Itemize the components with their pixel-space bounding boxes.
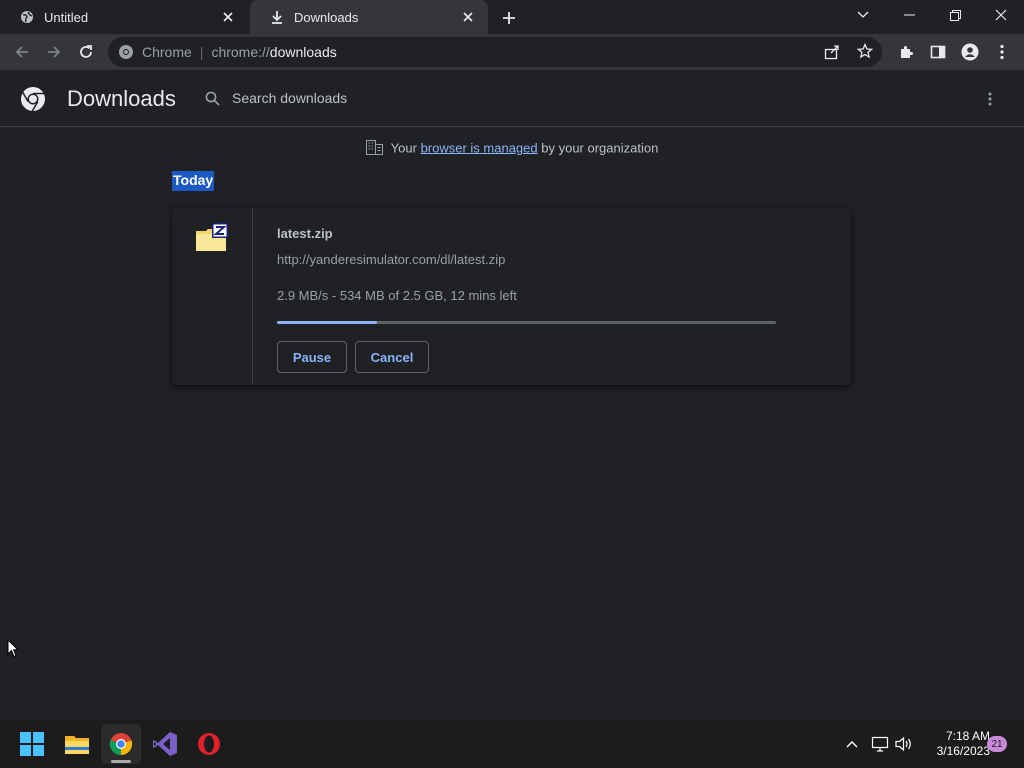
zip-file-icon [195, 222, 229, 254]
building-icon [365, 140, 383, 158]
chrome-logo-icon [20, 86, 46, 112]
progress-bar [277, 321, 776, 324]
profile-icon[interactable] [956, 38, 984, 66]
minimize-button[interactable] [886, 0, 932, 30]
tab-label: Untitled [44, 9, 89, 25]
date-header: Today [172, 171, 215, 191]
tab-downloads[interactable]: Downloads [250, 0, 488, 34]
share-icon[interactable] [824, 44, 840, 63]
browser-toolbar: Chrome | chrome://downloads [0, 34, 1024, 70]
site-name: Chrome [142, 44, 192, 60]
card-divider [252, 208, 253, 385]
mouse-cursor-icon [7, 638, 20, 663]
tab-label: Downloads [294, 9, 359, 25]
windows-start-icon[interactable] [12, 724, 52, 764]
tab-strip: Untitled Downloads [0, 0, 1024, 34]
reload-button[interactable] [72, 38, 100, 66]
opera-icon[interactable] [189, 724, 229, 764]
extensions-icon[interactable] [892, 38, 920, 66]
chrome-site-icon[interactable] [118, 44, 134, 60]
address-bar[interactable]: Chrome | chrome://downloads [108, 37, 882, 67]
managed-suffix: by your organization [541, 140, 659, 156]
bookmark-star-icon[interactable] [856, 42, 874, 62]
file-explorer-icon[interactable] [57, 724, 97, 764]
chrome-menu-icon[interactable] [988, 38, 1016, 66]
file-url[interactable]: http://yanderesimulator.com/dl/latest.zi… [277, 252, 505, 267]
downloads-header: Downloads [0, 70, 1024, 127]
restore-button[interactable] [932, 0, 978, 30]
file-name[interactable]: latest.zip [277, 226, 333, 241]
close-tab-icon[interactable] [460, 9, 476, 25]
visual-studio-icon[interactable] [145, 724, 185, 764]
tab-search-icon[interactable] [840, 0, 886, 30]
pause-button[interactable]: Pause [277, 341, 347, 373]
notification-badge[interactable]: 21 [987, 736, 1007, 752]
show-hidden-icons-icon[interactable] [842, 734, 862, 754]
progress-status: 2.9 MB/s - 534 MB of 2.5 GB, 12 mins lef… [277, 288, 517, 303]
forward-button[interactable] [40, 38, 68, 66]
browser-managed-link[interactable]: browser is managed [421, 140, 538, 155]
back-button[interactable] [8, 38, 36, 66]
search-input[interactable] [232, 90, 832, 106]
globe-icon [20, 10, 34, 24]
active-indicator [111, 760, 131, 763]
clock-time: 7:18 AM [945, 729, 990, 743]
download-icon [270, 10, 284, 24]
url-host: downloads [269, 44, 337, 60]
volume-icon[interactable] [894, 734, 914, 754]
network-icon[interactable] [870, 734, 890, 754]
managed-prefix: Your [390, 140, 417, 156]
system-clock[interactable]: 7:18 AM 3/16/2023 [920, 729, 990, 759]
chrome-taskbar-icon[interactable] [101, 724, 141, 764]
url-scheme: chrome:// [211, 44, 270, 60]
taskbar: 7:18 AM 3/16/2023 [0, 720, 1024, 768]
tab-untitled[interactable]: Untitled [0, 0, 248, 34]
more-actions-icon[interactable] [980, 88, 1000, 110]
new-tab-button[interactable] [498, 7, 520, 29]
search-box[interactable] [193, 80, 869, 116]
clock-date: 3/16/2023 [936, 744, 990, 758]
progress-bar-fill [277, 321, 377, 324]
download-item: latest.zip http://yanderesimulator.com/d… [172, 208, 851, 385]
close-window-button[interactable] [978, 0, 1024, 30]
managed-notice: Your browser is managed by your organiza… [0, 140, 1024, 158]
omnibox-separator: | [199, 44, 204, 60]
page-title: Downloads [67, 86, 176, 111]
cancel-button[interactable]: Cancel [355, 341, 429, 373]
side-panel-icon[interactable] [924, 38, 952, 66]
close-tab-icon[interactable] [220, 9, 236, 25]
search-icon [205, 91, 220, 106]
